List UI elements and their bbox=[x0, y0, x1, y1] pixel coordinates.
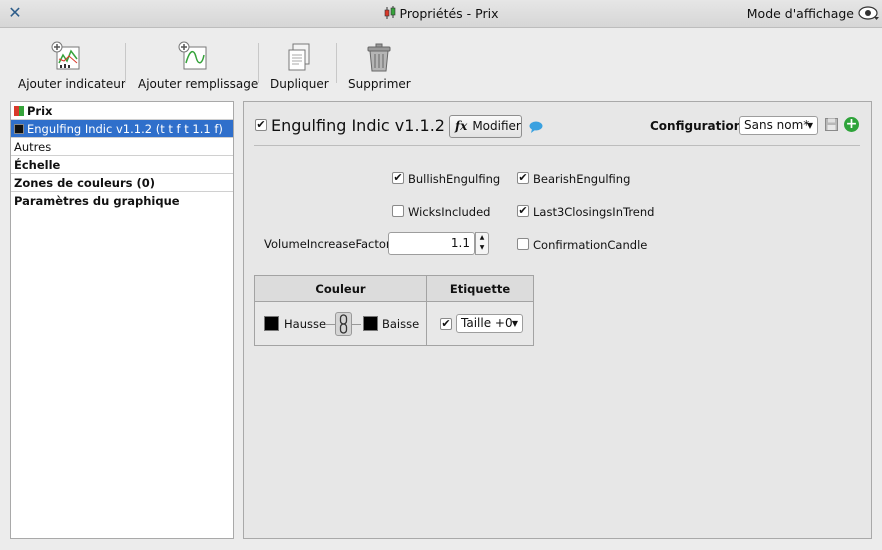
trash-icon bbox=[367, 43, 391, 72]
chevron-down-icon: ▼ bbox=[806, 121, 813, 130]
toolbar: Ajouter indicateur Ajouter remplissage D… bbox=[0, 29, 882, 97]
column-divider bbox=[426, 276, 427, 345]
label-size-select[interactable]: Taille +0 ▼ bbox=[456, 314, 523, 333]
indicator-settings-panel: ✔ Engulfing Indic v1.1.2 fx Modifier Conf… bbox=[243, 101, 872, 539]
confirmation-candle-label: ConfirmationCandle bbox=[533, 238, 648, 252]
indicator-title: Engulfing Indic v1.1.2 bbox=[271, 116, 445, 135]
tree-item-parametres-graphique[interactable]: Paramètres du graphique bbox=[11, 192, 233, 210]
bearish-engulfing-checkbox[interactable]: ✔ bbox=[517, 172, 529, 184]
save-icon[interactable] bbox=[825, 118, 838, 131]
configuration-value: Sans nom* bbox=[744, 118, 810, 132]
column-header-couleur: Couleur bbox=[255, 276, 426, 302]
title-bar: ✕ Propriétés - Prix Mode d'affichage bbox=[0, 0, 882, 28]
display-mode-label[interactable]: Mode d'affichage bbox=[747, 6, 854, 21]
add-configuration-icon[interactable]: + bbox=[844, 117, 859, 132]
volume-increase-factor-label: VolumeIncreaseFactor bbox=[264, 237, 391, 251]
label-size-value: Taille +0 bbox=[461, 316, 513, 330]
link-line bbox=[352, 324, 361, 325]
tree-item-label: Zones de couleurs (0) bbox=[14, 176, 155, 190]
tree-item-echelle[interactable]: Échelle bbox=[11, 156, 233, 174]
fx-icon: fx bbox=[455, 119, 468, 133]
volume-increase-factor-input[interactable]: 1.1 bbox=[388, 232, 475, 255]
tree-item-label: Paramètres du graphique bbox=[14, 194, 180, 208]
header-divider bbox=[254, 145, 860, 146]
price-swatch-icon bbox=[14, 106, 24, 116]
column-header-etiquette: Etiquette bbox=[427, 276, 533, 302]
add-fill-button[interactable]: Ajouter remplissage bbox=[138, 41, 259, 91]
configuration-select[interactable]: Sans nom* ▼ bbox=[739, 116, 818, 135]
down-label: Baisse bbox=[382, 317, 420, 331]
confirmation-candle-checkbox[interactable] bbox=[517, 238, 529, 250]
add-fill-icon bbox=[178, 41, 207, 70]
last3-closings-checkbox[interactable]: ✔ bbox=[517, 205, 529, 217]
tree-item-prix[interactable]: Prix bbox=[11, 102, 233, 120]
tree-item-label: Engulfing Indic v1.1.2 (t t f t 1.1 f) bbox=[27, 122, 223, 136]
modify-button[interactable]: fx Modifier bbox=[449, 115, 522, 138]
wicks-included-checkbox[interactable] bbox=[392, 205, 404, 217]
duplicate-icon bbox=[288, 43, 310, 71]
last3-closings-label: Last3ClosingsInTrend bbox=[533, 205, 655, 219]
tree-item-label: Prix bbox=[27, 104, 53, 118]
chat-bubble-icon[interactable] bbox=[529, 121, 543, 133]
duplicate-button[interactable]: Dupliquer bbox=[270, 41, 329, 91]
delete-button[interactable]: Supprimer bbox=[348, 41, 411, 91]
add-indicator-label: Ajouter indicateur bbox=[18, 77, 126, 91]
add-indicator-icon bbox=[51, 41, 80, 70]
stepper-down-icon[interactable]: ▼ bbox=[476, 243, 488, 253]
toolbar-separator bbox=[336, 43, 337, 83]
configuration-label: Configuration : bbox=[650, 119, 752, 133]
add-fill-label: Ajouter remplissage bbox=[138, 77, 259, 91]
tree-item-zones-couleurs[interactable]: Zones de couleurs (0) bbox=[11, 174, 233, 192]
stepper-up-icon[interactable]: ▲ bbox=[476, 233, 488, 243]
toolbar-separator bbox=[258, 43, 259, 83]
up-label: Hausse bbox=[284, 317, 327, 331]
volume-stepper[interactable]: ▲ ▼ bbox=[475, 232, 489, 255]
eye-icon[interactable] bbox=[858, 4, 880, 22]
indicator-enabled-checkbox[interactable]: ✔ bbox=[255, 119, 267, 131]
properties-tree: Prix Engulfing Indic v1.1.2 (t t f t 1.1… bbox=[10, 101, 234, 539]
black-swatch-icon bbox=[14, 124, 24, 134]
candlestick-icon bbox=[384, 6, 395, 19]
tree-item-label: Échelle bbox=[14, 158, 61, 172]
bullish-engulfing-label: BullishEngulfing bbox=[408, 172, 501, 186]
label-enabled-checkbox[interactable]: ✔ bbox=[440, 318, 452, 330]
bearish-engulfing-label: BearishEngulfing bbox=[533, 172, 631, 186]
color-label-table: Couleur Etiquette Hausse Baisse ✔ Taille… bbox=[254, 275, 534, 346]
link-colors-toggle[interactable] bbox=[335, 312, 352, 336]
down-color-swatch[interactable] bbox=[363, 316, 378, 331]
tree-item-engulfing-indic[interactable]: Engulfing Indic v1.1.2 (t t f t 1.1 f) bbox=[11, 120, 233, 138]
up-color-swatch[interactable] bbox=[264, 316, 279, 331]
modify-label: Modifier bbox=[472, 119, 521, 133]
add-indicator-button[interactable]: Ajouter indicateur bbox=[18, 41, 126, 91]
chain-link-icon bbox=[339, 314, 348, 334]
toolbar-separator bbox=[125, 43, 126, 83]
chevron-down-icon: ▼ bbox=[511, 319, 518, 328]
link-line bbox=[326, 324, 335, 325]
window-title-text: Propriétés - Prix bbox=[399, 6, 499, 21]
tree-item-autres[interactable]: Autres bbox=[11, 138, 233, 156]
tree-item-label: Autres bbox=[14, 140, 52, 154]
delete-label: Supprimer bbox=[348, 77, 411, 91]
wicks-included-label: WicksIncluded bbox=[408, 205, 491, 219]
bullish-engulfing-checkbox[interactable]: ✔ bbox=[392, 172, 404, 184]
duplicate-label: Dupliquer bbox=[270, 77, 329, 91]
